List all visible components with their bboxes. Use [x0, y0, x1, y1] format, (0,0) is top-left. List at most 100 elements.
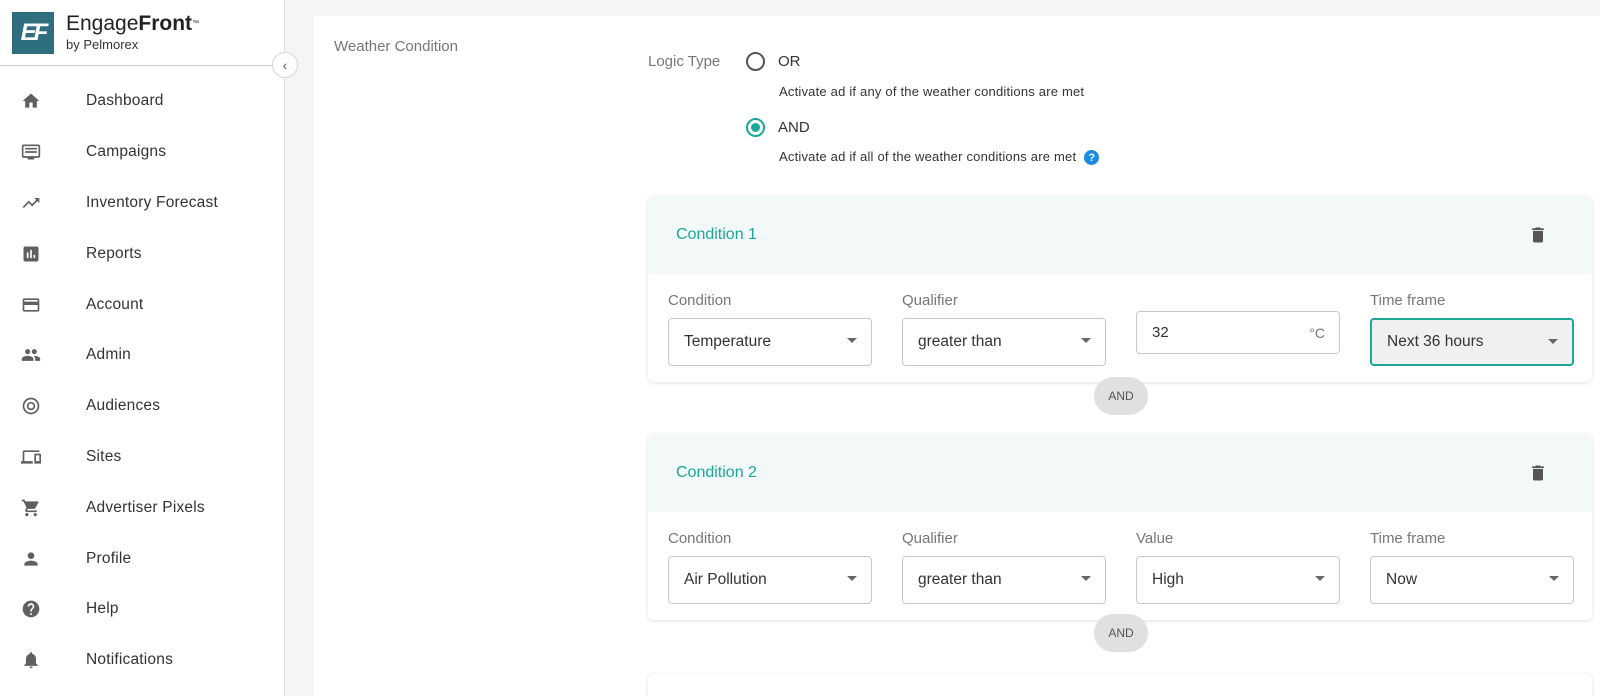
sidebar-item-help[interactable]: Help — [0, 584, 284, 635]
condition-card-2: Condition 2 Condition Air Pollution Qual… — [648, 434, 1592, 620]
timeframe-field-label: Time frame — [1370, 292, 1446, 309]
sidebar-nav: Dashboard Campaigns Inventory Forecast R… — [0, 76, 284, 686]
section-label: Weather Condition — [334, 38, 458, 55]
sidebar-item-dashboard[interactable]: Dashboard — [0, 76, 284, 127]
credit-card-icon — [20, 294, 42, 316]
sidebar: EF EngageFront™ by Pelmorex Dashboard Ca… — [0, 0, 285, 696]
dropdown-arrow-icon — [1081, 576, 1091, 581]
dropdown-arrow-icon — [1081, 338, 1091, 343]
value-input-text: 32 — [1152, 324, 1169, 341]
radio-or-label[interactable]: OR — [778, 53, 801, 70]
app-name-light: Engage — [66, 12, 139, 35]
sidebar-item-label: Audiences — [86, 397, 161, 415]
condition-select[interactable]: Air Pollution — [668, 556, 872, 604]
qualifier-select[interactable]: greater than — [902, 318, 1106, 366]
campaigns-icon — [20, 141, 42, 163]
sidebar-item-label: Profile — [86, 549, 132, 567]
timeframe-select[interactable]: Now — [1370, 556, 1574, 604]
timeframe-select[interactable]: Next 36 hours — [1370, 318, 1574, 366]
radio-and[interactable] — [746, 118, 765, 137]
dropdown-arrow-icon — [1315, 576, 1325, 581]
sidebar-item-reports[interactable]: Reports — [0, 228, 284, 279]
condition-field-label: Condition — [668, 530, 732, 547]
logo-text: EF — [20, 18, 49, 46]
devices-icon — [20, 446, 42, 468]
trash-icon[interactable] — [1528, 463, 1548, 483]
qualifier-field-label: Qualifier — [902, 530, 958, 547]
value-field-label: Value — [1136, 530, 1174, 547]
sidebar-item-label: Advertiser Pixels — [86, 498, 205, 516]
condition-select-value: Temperature — [684, 333, 772, 350]
sidebar-item-notifications[interactable]: Notifications — [0, 635, 284, 686]
dropdown-arrow-icon — [1549, 576, 1559, 581]
radio-and-description-text: Activate ad if all of the weather condit… — [779, 149, 1077, 164]
unit-label: °C — [1309, 324, 1325, 341]
collapse-sidebar-button[interactable]: ‹ — [272, 52, 298, 78]
condition-card-3 — [648, 674, 1592, 696]
sidebar-item-label: Help — [86, 600, 119, 618]
chevron-left-icon: ‹ — [282, 57, 288, 73]
main-panel: Weather Condition Logic Type OR Activate… — [314, 16, 1600, 696]
timeframe-select-value: Now — [1386, 571, 1418, 588]
and-joiner-chip: AND — [1094, 377, 1148, 415]
bell-icon — [20, 649, 42, 671]
timeframe-field-label: Time frame — [1370, 530, 1446, 547]
radio-and-description: Activate ad if all of the weather condit… — [779, 149, 1100, 166]
cart-icon — [20, 497, 42, 519]
dropdown-arrow-icon — [847, 338, 857, 343]
sidebar-item-label: Inventory Forecast — [86, 193, 218, 211]
app-byline: by Pelmorex — [66, 37, 139, 52]
sidebar-item-campaigns[interactable]: Campaigns — [0, 127, 284, 178]
sidebar-item-account[interactable]: Account — [0, 279, 284, 330]
sidebar-item-label: Dashboard — [86, 92, 164, 110]
sidebar-item-sites[interactable]: Sites — [0, 432, 284, 483]
condition-card-1: Condition 1 Condition Temperature Qualif… — [648, 196, 1592, 382]
condition-title: Condition 2 — [676, 464, 757, 481]
qualifier-select-value: greater than — [918, 333, 1002, 350]
value-input[interactable]: 32 °C — [1136, 311, 1340, 354]
dropdown-arrow-icon — [1548, 339, 1558, 344]
radio-and-label[interactable]: AND — [778, 119, 810, 136]
logic-type-label: Logic Type — [648, 53, 721, 70]
logo: EF — [12, 11, 54, 54]
condition-select-value: Air Pollution — [684, 571, 767, 588]
timeframe-select-value: Next 36 hours — [1387, 333, 1484, 350]
qualifier-field-label: Qualifier — [902, 292, 958, 309]
sidebar-item-audiences[interactable]: Audiences — [0, 381, 284, 432]
value-select[interactable]: High — [1136, 556, 1340, 604]
trending-up-icon — [20, 192, 42, 214]
condition-header: Condition 2 — [648, 434, 1592, 512]
and-joiner-chip: AND — [1094, 614, 1148, 652]
condition-select[interactable]: Temperature — [668, 318, 872, 366]
app-name-bold: Front — [138, 12, 193, 35]
home-icon — [20, 90, 42, 112]
trash-icon[interactable] — [1528, 225, 1548, 245]
condition-body: Condition Temperature Qualifier greater … — [648, 274, 1592, 382]
condition-field-label: Condition — [668, 292, 732, 309]
value-select-value: High — [1152, 571, 1184, 588]
sidebar-item-label: Account — [86, 295, 144, 313]
bar-chart-icon — [20, 243, 42, 265]
dropdown-arrow-icon — [847, 576, 857, 581]
condition-body: Condition Air Pollution Qualifier greate… — [648, 512, 1592, 620]
radio-or-description: Activate ad if any of the weather condit… — [779, 84, 1085, 99]
sidebar-item-label: Campaigns — [86, 143, 167, 161]
sidebar-item-label: Notifications — [86, 651, 174, 669]
sidebar-item-profile[interactable]: Profile — [0, 533, 284, 584]
qualifier-select-value: greater than — [918, 571, 1002, 588]
sidebar-item-inventory-forecast[interactable]: Inventory Forecast — [0, 178, 284, 229]
help-circle-icon[interactable]: ? — [1084, 150, 1100, 166]
help-icon — [20, 598, 42, 620]
radio-or[interactable] — [746, 52, 765, 71]
sidebar-item-label: Admin — [86, 346, 131, 364]
target-icon — [20, 395, 42, 417]
sidebar-item-admin[interactable]: Admin — [0, 330, 284, 381]
trademark: ™ — [192, 20, 200, 27]
condition-title: Condition 1 — [676, 226, 757, 243]
qualifier-select[interactable]: greater than — [902, 556, 1106, 604]
sidebar-item-advertiser-pixels[interactable]: Advertiser Pixels — [0, 482, 284, 533]
sidebar-item-label: Reports — [86, 244, 142, 262]
people-icon — [20, 344, 42, 366]
brand[interactable]: EF EngageFront™ by Pelmorex — [0, 0, 284, 66]
sidebar-item-label: Sites — [86, 447, 122, 465]
